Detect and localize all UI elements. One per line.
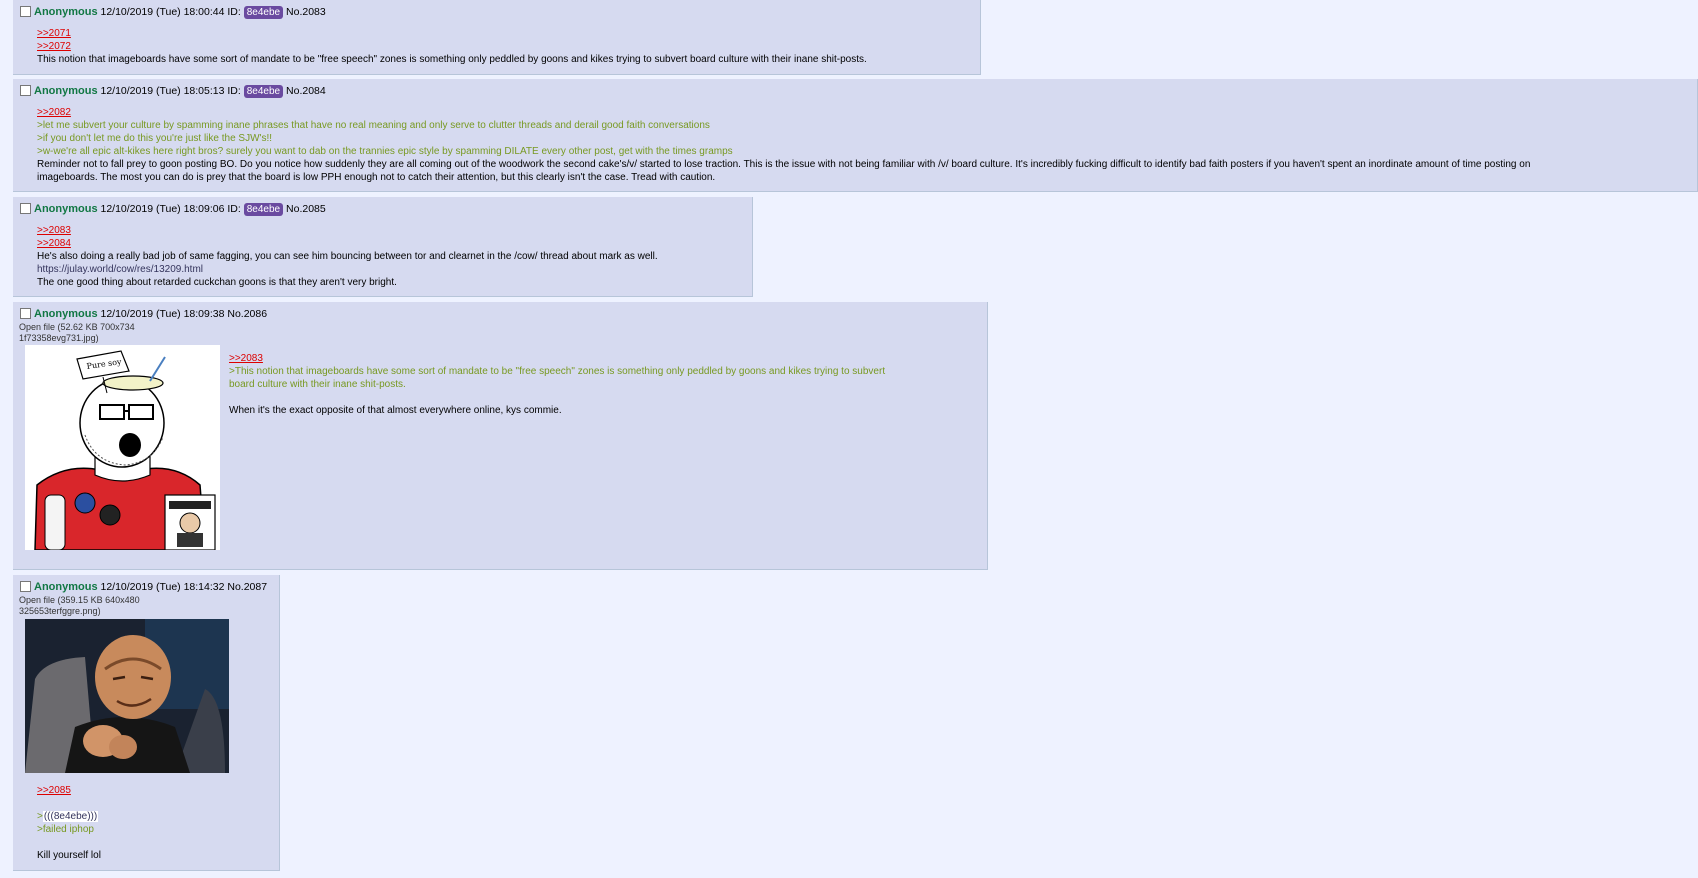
- file-name[interactable]: 325653terfggre.png): [19, 606, 101, 616]
- post-2087: Anonymous 12/10/2019 (Tue) 18:14:32 No.2…: [13, 575, 280, 871]
- quote-link[interactable]: >>2085: [37, 784, 101, 797]
- select-checkbox[interactable]: [20, 203, 31, 214]
- anime-villain-illustration: [25, 619, 229, 773]
- post-body: >>2083 >>2084 He's also doing a really b…: [37, 224, 658, 289]
- post-number[interactable]: No.2087: [227, 581, 267, 593]
- quote-link[interactable]: >>2072: [37, 40, 867, 53]
- post-number[interactable]: No.2086: [227, 308, 267, 320]
- id-label: ID:: [227, 203, 241, 215]
- post-date: 12/10/2019 (Tue) 18:09:06: [100, 203, 225, 215]
- id-label: ID:: [227, 6, 241, 18]
- post-2085: Anonymous 12/10/2019 (Tue) 18:09:06 ID: …: [13, 197, 753, 297]
- poster-id-badge[interactable]: 8e4ebe: [243, 85, 284, 98]
- soyjak-illustration: Pure soy: [25, 345, 220, 550]
- poster-name: Anonymous: [34, 6, 98, 18]
- poster-id-badge[interactable]: 8e4ebe: [243, 203, 284, 216]
- echo-line: >(((8e4ebe))): [37, 811, 99, 822]
- poster-name: Anonymous: [34, 203, 98, 215]
- id-label: ID:: [227, 85, 241, 97]
- post-text: When it's the exact opposite of that alm…: [229, 405, 562, 416]
- poster-name: Anonymous: [34, 581, 98, 593]
- poster-name: Anonymous: [34, 85, 98, 97]
- greentext-line: >let me subvert your culture by spamming…: [37, 120, 710, 131]
- greentext-line: >This notion that imageboards have some …: [229, 366, 886, 377]
- post-text: Reminder not to fall prey to goon postin…: [37, 159, 1531, 170]
- post-header: Anonymous 12/10/2019 (Tue) 18:14:32 No.2…: [20, 580, 267, 594]
- quote-link[interactable]: >>2084: [37, 237, 658, 250]
- select-checkbox[interactable]: [20, 308, 31, 319]
- post-header: Anonymous 12/10/2019 (Tue) 18:05:13 ID: …: [20, 84, 326, 99]
- post-date: 12/10/2019 (Tue) 18:00:44: [100, 6, 225, 18]
- greentext-line: board culture with their inane shit-post…: [229, 379, 406, 390]
- post-image-thumbnail[interactable]: [25, 619, 229, 773]
- post-text: The one good thing about retarded cuckch…: [37, 277, 397, 288]
- post-body: >>2083 >This notion that imageboards hav…: [229, 352, 885, 417]
- select-checkbox[interactable]: [20, 581, 31, 592]
- quote-link[interactable]: >>2083: [37, 224, 658, 237]
- post-body: >>2082 >let me subvert your culture by s…: [37, 106, 1530, 184]
- echo-id-text: (((8e4ebe))): [42, 811, 99, 822]
- file-meta: (359.15 KB 640x480: [57, 595, 140, 605]
- post-header: Anonymous 12/10/2019 (Tue) 18:09:38 No.2…: [20, 307, 267, 321]
- post-date: 12/10/2019 (Tue) 18:09:38: [100, 308, 225, 320]
- post-number[interactable]: No.2085: [286, 203, 326, 215]
- greentext-line: >if you don't let me do this you're just…: [37, 133, 272, 144]
- select-checkbox[interactable]: [20, 6, 31, 17]
- poster-name: Anonymous: [34, 308, 98, 320]
- post-2083: Anonymous 12/10/2019 (Tue) 18:00:44 ID: …: [13, 0, 981, 75]
- post-text: Kill yourself lol: [37, 850, 101, 861]
- post-body: >>2085 >(((8e4ebe))) >failed iphop Kill …: [37, 784, 101, 862]
- post-text: This notion that imageboards have some s…: [37, 54, 867, 65]
- post-text: imageboards. The most you can do is prey…: [37, 172, 716, 183]
- post-date: 12/10/2019 (Tue) 18:14:32: [100, 581, 225, 593]
- file-meta: (52.62 KB 700x734: [57, 322, 135, 332]
- select-checkbox[interactable]: [20, 85, 31, 96]
- greentext-line: >w-we're all epic alt-kikes here right b…: [37, 146, 733, 157]
- post-2086: Anonymous 12/10/2019 (Tue) 18:09:38 No.2…: [13, 302, 988, 570]
- post-url[interactable]: https://julay.world/cow/res/13209.html: [37, 263, 658, 276]
- quote-link[interactable]: >>2071: [37, 27, 867, 40]
- open-file-link[interactable]: Open file: [19, 322, 55, 332]
- file-name[interactable]: 1f73358evg731.jpg): [19, 333, 99, 343]
- quote-link[interactable]: >>2082: [37, 106, 1530, 119]
- post-text: He's also doing a really bad job of same…: [37, 251, 658, 262]
- quote-link[interactable]: >>2083: [229, 352, 885, 365]
- post-header: Anonymous 12/10/2019 (Tue) 18:09:06 ID: …: [20, 202, 326, 217]
- post-body: >>2071 >>2072 This notion that imageboar…: [37, 27, 867, 66]
- post-number[interactable]: No.2084: [286, 85, 326, 97]
- file-info: Open file (359.15 KB 640x480 325653terfg…: [19, 595, 140, 617]
- poster-id-badge[interactable]: 8e4ebe: [243, 6, 284, 19]
- post-header: Anonymous 12/10/2019 (Tue) 18:00:44 ID: …: [20, 5, 326, 20]
- post-image-thumbnail[interactable]: Pure soy: [25, 345, 220, 550]
- open-file-link[interactable]: Open file: [19, 595, 55, 605]
- file-info: Open file (52.62 KB 700x734 1f73358evg73…: [19, 322, 135, 344]
- post-number[interactable]: No.2083: [286, 6, 326, 18]
- post-2084: Anonymous 12/10/2019 (Tue) 18:05:13 ID: …: [13, 79, 1698, 192]
- post-date: 12/10/2019 (Tue) 18:05:13: [100, 85, 225, 97]
- greentext-line: >failed iphop: [37, 824, 94, 835]
